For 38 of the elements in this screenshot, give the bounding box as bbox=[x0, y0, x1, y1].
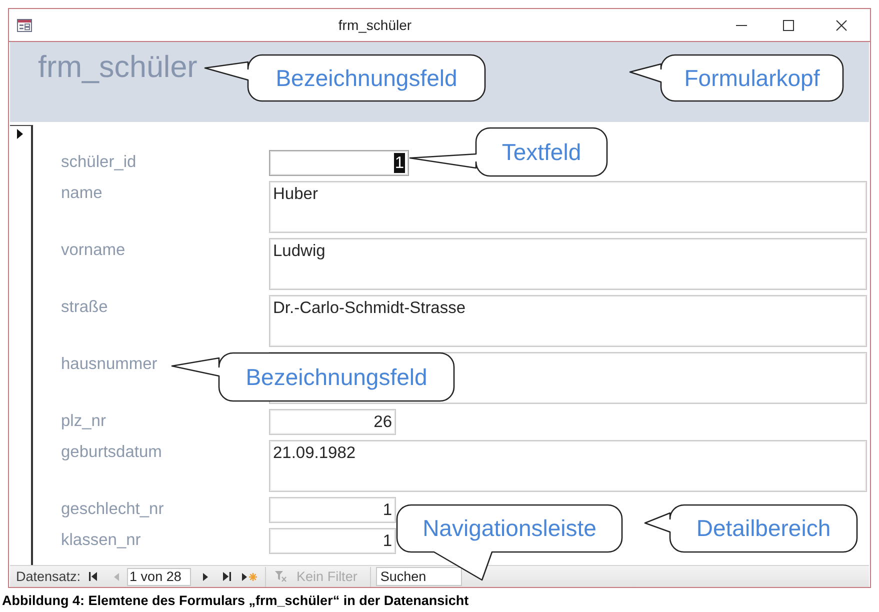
form-title: frm_schüler bbox=[38, 50, 198, 85]
maximize-icon[interactable] bbox=[783, 20, 794, 30]
funnel-icon bbox=[274, 571, 287, 582]
field-label: hausnummer bbox=[61, 354, 158, 374]
text-field[interactable]: Huber bbox=[269, 181, 867, 233]
record-position-field[interactable]: 1 von 28 bbox=[126, 568, 191, 586]
window-title: frm_schüler bbox=[337, 17, 413, 33]
callout-tooltip: Formularkopf bbox=[629, 54, 844, 102]
callout-tooltip: Textfeld bbox=[409, 127, 608, 177]
field-label: plz_nr bbox=[61, 411, 106, 431]
figure-caption: Abbildung 4: Elemtene des Formulars „frm_schüler“ in der Datenansicht bbox=[2, 593, 470, 608]
skip-end-icon[interactable] bbox=[222, 572, 231, 581]
text-field[interactable]: 26 bbox=[269, 409, 396, 435]
form-icon bbox=[17, 18, 32, 32]
text-field[interactable]: 1 bbox=[269, 497, 396, 523]
field-label: straße bbox=[61, 297, 108, 317]
minimize-icon[interactable] bbox=[736, 24, 747, 26]
callout-tooltip: Bezeichnungsfeld bbox=[171, 352, 455, 402]
skip-start-icon[interactable] bbox=[88, 572, 97, 581]
field-label: geburtsdatum bbox=[61, 442, 162, 462]
text-field[interactable]: 1 bbox=[269, 528, 396, 554]
triangle-icon bbox=[17, 129, 23, 139]
text-field[interactable]: Ludwig bbox=[269, 238, 867, 290]
record-selector[interactable] bbox=[10, 125, 33, 565]
search-field[interactable]: Suchen bbox=[376, 567, 462, 586]
close-icon[interactable] bbox=[836, 20, 846, 30]
new-record-icon[interactable] bbox=[242, 572, 257, 582]
field-label: klassen_nr bbox=[61, 530, 141, 550]
field-label: geschlecht_nr bbox=[61, 499, 164, 519]
text-field[interactable]: Dr.-Carlo-Schmidt-Strasse bbox=[269, 295, 867, 347]
next-icon[interactable] bbox=[202, 572, 208, 580]
record-label: Datensatz: bbox=[16, 569, 81, 584]
field-label: name bbox=[61, 183, 102, 203]
text-field[interactable]: 1 bbox=[269, 150, 409, 176]
text-field[interactable]: 21.09.1982 bbox=[269, 440, 867, 492]
callout-tooltip: Bezeichnungsfeld bbox=[204, 54, 486, 102]
field-label: vorname bbox=[61, 240, 126, 260]
field-label: schüler_id bbox=[61, 152, 136, 172]
